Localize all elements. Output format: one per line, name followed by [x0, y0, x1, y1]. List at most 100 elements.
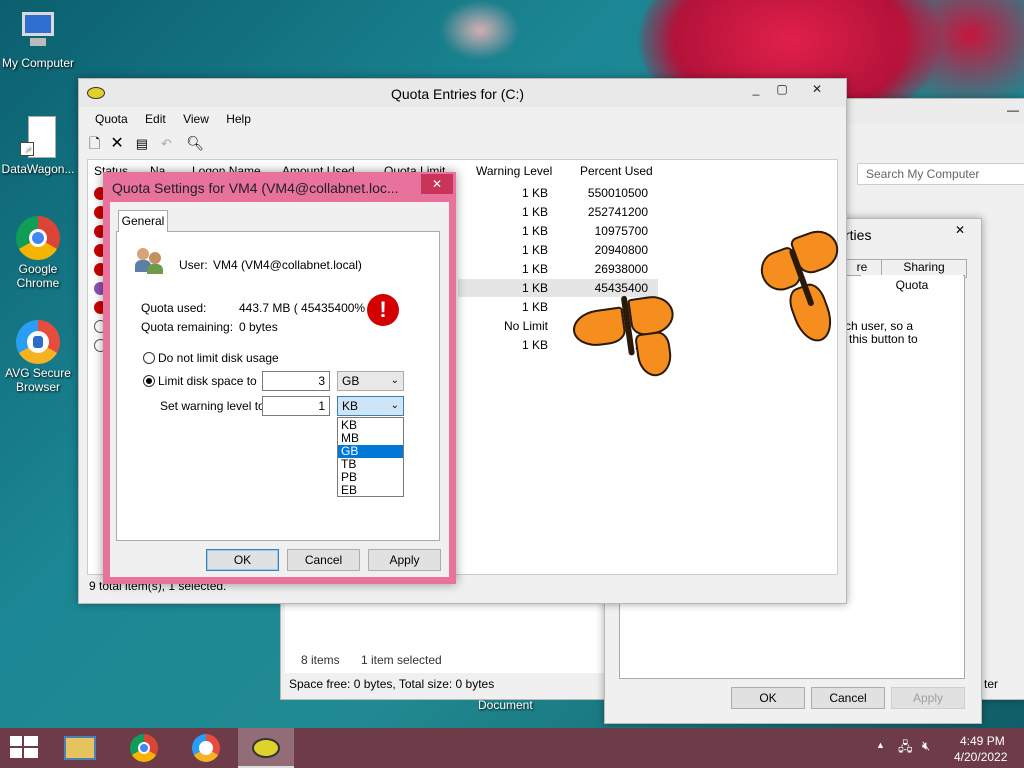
butterfly-image: [568, 279, 684, 389]
menu-quota[interactable]: Quota: [95, 112, 128, 126]
chrome-icon: [130, 734, 158, 762]
warning-level-cell: 1 KB: [521, 224, 548, 238]
quota-used-value: 443.7 MB ( 45435400%: [239, 301, 366, 315]
tray-chevron-icon[interactable]: ▲: [876, 740, 885, 750]
taskbar-chrome[interactable]: [116, 728, 172, 768]
general-panel: User: VM4 (VM4@collabnet.local) Quota us…: [116, 231, 440, 541]
chevron-down-icon: ⌄: [390, 375, 399, 386]
wallpaper-flower: [440, 0, 520, 60]
no-limit-label: Do not limit disk usage: [158, 351, 279, 365]
network-icon[interactable]: 🖧: [898, 738, 913, 760]
warning-level-cell: No Limit: [503, 319, 548, 333]
warning-level-label: Set warning level to: [160, 399, 265, 413]
limit-radio[interactable]: [143, 375, 155, 387]
unit-dropdown-list: KB MB GB TB PB EB: [337, 417, 404, 497]
properties-cancel-button[interactable]: Cancel: [811, 687, 885, 709]
desktop-icon-google-chrome[interactable]: Google Chrome: [0, 216, 76, 290]
folder-icon: [64, 736, 96, 760]
minimize-button[interactable]: —: [1007, 103, 1019, 117]
document-icon: ↗: [16, 116, 60, 160]
warning-level-cell: 1 KB: [521, 300, 548, 314]
close-button[interactable]: ✕: [795, 79, 839, 99]
undo-icon[interactable]: ↶: [161, 136, 183, 152]
items-count: 8 items: [301, 653, 340, 667]
find-icon[interactable]: 🔍︎: [186, 135, 208, 152]
desktop-icon-my-computer[interactable]: My Computer: [0, 10, 76, 70]
dialog-body: General User: VM4 (VM4@collabnet.local) …: [110, 202, 449, 577]
toolbar: 🗋 ✕ ▤ ↶ 🔍︎: [89, 133, 208, 153]
taskbar-avg-browser[interactable]: [178, 728, 234, 768]
computer-icon: [16, 10, 60, 54]
col-percent[interactable]: Percent Used: [580, 164, 653, 178]
menu-view[interactable]: View: [183, 112, 209, 126]
desktop-icon-datawagon[interactable]: ↗ DataWagon...: [0, 116, 76, 176]
search-box[interactable]: Search My Computer: [857, 163, 1024, 185]
tab-quota[interactable]: Quota: [861, 275, 963, 295]
quota-window-title: Quota Entries for (C:): [391, 86, 525, 102]
warning-level-cell: 1 KB: [521, 338, 548, 352]
properties-text-line2: this button to: [849, 332, 918, 346]
properties-apply-button[interactable]: Apply: [891, 687, 965, 709]
warning-unit-select[interactable]: KB ⌄: [337, 396, 404, 416]
tab-general[interactable]: General: [118, 210, 168, 232]
selected-count: 1 item selected: [361, 653, 442, 667]
dialog-close-button[interactable]: ✕: [421, 174, 453, 194]
quota-remaining-value: 0 bytes: [239, 320, 278, 334]
warning-level-cell: 1 KB: [521, 205, 548, 219]
start-button[interactable]: [0, 728, 48, 768]
percent-used-cell: 10975700: [594, 224, 648, 238]
menu-bar: Quota Edit View Help: [95, 112, 265, 126]
limit-label: Limit disk space to: [158, 374, 257, 388]
minimize-button[interactable]: _: [743, 79, 769, 99]
volume-muted-icon[interactable]: 🔇︎: [922, 738, 930, 754]
desktop-icon-label: AVG Secure Browser: [5, 366, 71, 394]
new-entry-icon[interactable]: 🗋: [89, 133, 107, 157]
percent-used-cell: 550010500: [587, 186, 648, 200]
warning-level-cell: 1 KB: [521, 243, 548, 257]
delete-icon[interactable]: ✕: [110, 133, 132, 153]
taskbar-quota-app[interactable]: [238, 728, 294, 768]
warning-level-cell: 1 KB: [521, 186, 548, 200]
menu-help[interactable]: Help: [226, 112, 251, 126]
desktop-icon-avg-secure-browser[interactable]: AVG Secure Browser: [0, 320, 76, 394]
quota-remaining-label: Quota remaining:: [141, 320, 234, 334]
unit-option[interactable]: EB: [338, 484, 403, 497]
explorer-bottom-pane: 8 items 1 item selected Space free: 0 by…: [280, 600, 612, 700]
desktop-icon-label: Google Chrome: [16, 262, 60, 290]
dialog-title: Quota Settings for VM4 (VM4@collabnet.lo…: [112, 180, 399, 196]
quota-settings-dialog: Quota Settings for VM4 (VM4@collabnet.lo…: [103, 172, 456, 584]
avg-browser-icon: [192, 734, 220, 762]
chrome-icon: [16, 216, 60, 260]
properties-close-button[interactable]: ✕: [943, 221, 977, 239]
warning-level-cell: 1 KB: [521, 262, 548, 276]
space-info: Space free: 0 bytes, Total size: 0 bytes: [289, 677, 495, 691]
quota-app-icon: [87, 87, 105, 99]
properties-ok-button[interactable]: OK: [731, 687, 805, 709]
ok-button[interactable]: OK: [206, 549, 279, 571]
background-side-text: ter: [984, 677, 999, 691]
warning-status-icon: !: [367, 294, 399, 326]
desktop-icon-label: My Computer: [1, 56, 75, 70]
no-limit-radio[interactable]: [143, 352, 155, 364]
menu-edit[interactable]: Edit: [145, 112, 166, 126]
quota-window-titlebar: Quota Entries for (C:) _ ▢ ✕: [79, 79, 846, 107]
limit-value-input[interactable]: 3: [262, 371, 330, 391]
taskbar-file-explorer[interactable]: [52, 728, 108, 768]
properties-title: rties: [845, 227, 872, 243]
limit-unit-select[interactable]: GB ⌄: [337, 371, 404, 391]
cancel-button[interactable]: Cancel: [287, 549, 360, 571]
desktop-icon-label: DataWagon...: [1, 162, 75, 176]
avg-browser-icon: [16, 320, 60, 364]
taskbar: ▲ 🖧 🔇︎ 4:49 PM 4/20/2022: [0, 728, 1024, 768]
maximize-button[interactable]: ▢: [769, 79, 795, 99]
apply-button[interactable]: Apply: [368, 549, 441, 571]
properties-icon[interactable]: ▤: [136, 136, 158, 152]
warning-value-input[interactable]: 1: [262, 396, 330, 416]
quota-used-label: Quota used:: [141, 301, 207, 315]
users-icon: [135, 246, 165, 276]
clock-time[interactable]: 4:49 PM: [960, 734, 1005, 748]
percent-used-cell: 20940800: [594, 243, 648, 257]
col-warning[interactable]: Warning Level: [476, 164, 552, 178]
clock-date[interactable]: 4/20/2022: [954, 750, 1007, 764]
user-label: User:: [179, 258, 208, 272]
